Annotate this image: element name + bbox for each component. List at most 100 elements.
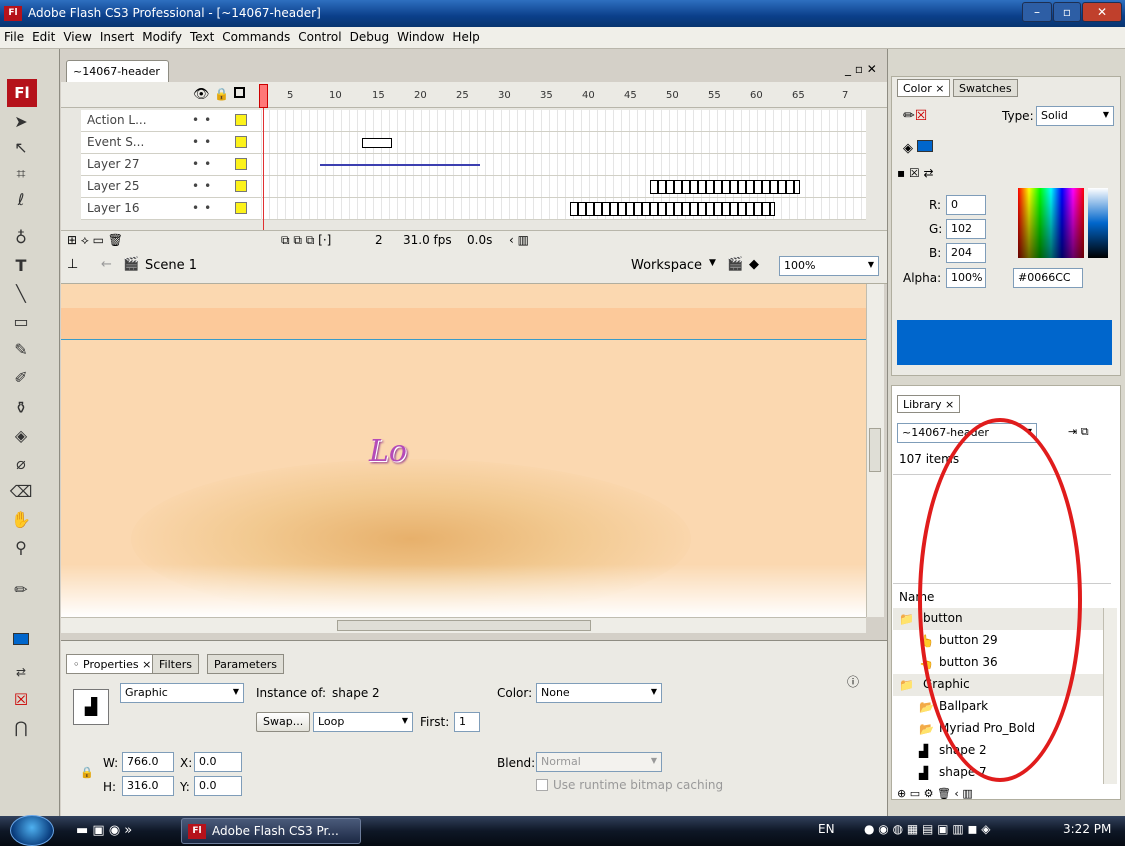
add-layer-icon[interactable]: ⊞ ⟡ ▭ 🗑 [67, 233, 123, 248]
logo-text[interactable]: Lo [369, 434, 407, 469]
pen-tool-icon[interactable]: ♁ [6, 225, 36, 251]
color-spectrum[interactable] [1018, 188, 1084, 258]
cache-checkbox[interactable] [536, 779, 548, 791]
timeline-scroll-left-icon[interactable]: ‹ ▥ [509, 233, 529, 247]
y-input[interactable]: 0.0 [194, 776, 242, 796]
library-scrollbar[interactable] [1103, 608, 1117, 784]
constrain-lock-icon[interactable]: 🔒 [80, 766, 94, 779]
language-indicator[interactable]: EN [818, 822, 835, 836]
green-input[interactable]: 102 [946, 219, 986, 239]
lasso-tool-icon[interactable]: ℓ [6, 187, 36, 213]
edit-scene-icon[interactable]: 🎬 [727, 257, 743, 272]
color-effect-select[interactable]: None [536, 683, 662, 703]
system-tray-icons[interactable]: ● ◉ ◍ ▦ ▤ ▣ ▥ ◼ ◈ [864, 822, 990, 836]
close-button[interactable]: ✕ [1082, 2, 1122, 22]
hand-tool-icon[interactable]: ✋ [6, 507, 36, 533]
zoom-tool-icon[interactable]: ⚲ [6, 535, 36, 561]
taskbar-flash-button[interactable]: Fl Adobe Flash CS3 Pr... [181, 818, 361, 844]
symbol-type-select[interactable]: Graphic [120, 683, 244, 703]
eye-icon[interactable]: 👁 [193, 87, 210, 102]
library-footer-icons[interactable]: ⊕ ▭ ⚙ 🗑 ‹ ▥ [897, 787, 973, 800]
subselection-tool-icon[interactable]: ↖ [6, 135, 36, 161]
stage-horizontal-scrollbar[interactable] [61, 617, 866, 633]
free-transform-tool-icon[interactable]: ⌗ [6, 161, 36, 187]
height-input[interactable]: 316.0 [122, 776, 174, 796]
layer-row-25[interactable]: Layer 25 •• [81, 176, 261, 198]
playhead[interactable] [259, 84, 268, 108]
snap-magnet-icon[interactable]: ⋂ [6, 715, 36, 741]
workspace-dropdown-icon[interactable]: ▼ [709, 258, 716, 268]
layer-frames[interactable] [262, 132, 866, 154]
swap-colors-icon[interactable]: ⇄ [6, 659, 36, 685]
menu-window[interactable]: Window [393, 27, 448, 44]
menu-control[interactable]: Control [294, 27, 345, 44]
tab-swatches[interactable]: Swatches [953, 79, 1018, 97]
outline-icon[interactable] [234, 87, 245, 98]
clock[interactable]: 3:22 PM [1063, 822, 1111, 836]
layer-row-action[interactable]: Action L... •• [81, 110, 261, 132]
onion-skin-icon[interactable]: ⧉ ⧉ ⧉ [·] [281, 233, 331, 248]
fill-color-icon[interactable] [6, 627, 36, 653]
back-arrow-icon[interactable]: ← [101, 257, 112, 272]
menu-edit[interactable]: Edit [28, 27, 59, 44]
brightness-slider[interactable] [1088, 188, 1108, 258]
layer-frames[interactable] [262, 110, 866, 132]
pencil-tool-icon[interactable]: ✎ [6, 337, 36, 363]
tab-parameters[interactable]: Parameters [207, 654, 284, 674]
maximize-button[interactable]: ▫ [1053, 2, 1081, 22]
line-tool-icon[interactable]: ╲ [6, 281, 36, 307]
workspace-menu[interactable]: Workspace [631, 258, 702, 273]
menu-view[interactable]: View [59, 27, 95, 44]
pin-library-icon[interactable]: ⇥ ⧉ [1068, 425, 1089, 439]
layer-row-event[interactable]: Event S... •• [81, 132, 261, 154]
selection-tool-icon[interactable]: ➤ [6, 109, 36, 135]
loop-select[interactable]: Loop [313, 712, 413, 732]
tab-library[interactable]: Library × [897, 395, 961, 413]
minimize-button[interactable]: – [1022, 2, 1052, 22]
brush-tool-icon[interactable]: ✐ [6, 365, 36, 391]
layer-frames[interactable] [262, 154, 866, 176]
eraser-tool-icon[interactable]: ⌫ [6, 479, 36, 505]
fill-type-select[interactable]: Solid [1036, 106, 1114, 126]
alpha-input[interactable]: 100% [946, 268, 986, 288]
rectangle-tool-icon[interactable]: ▭ [6, 309, 36, 335]
menu-modify[interactable]: Modify [138, 27, 186, 44]
hex-input[interactable]: #0066CC [1013, 268, 1083, 288]
no-color-icon[interactable]: ☒ [6, 687, 36, 713]
tab-color[interactable]: Color × [897, 79, 951, 97]
start-button[interactable] [10, 815, 54, 846]
layer-frames[interactable] [262, 198, 866, 220]
scroll-thumb[interactable] [869, 428, 881, 472]
layer-frames[interactable] [262, 176, 866, 198]
eyedropper-tool-icon[interactable]: ⌀ [6, 451, 36, 477]
color-mode-icons[interactable]: ▪ ☒ ⇄ [897, 166, 934, 180]
quick-launch-icons[interactable]: ▬ ▣ ◉ » [76, 823, 132, 838]
stroke-color-icon[interactable]: ✏ [6, 577, 36, 603]
menu-help[interactable]: Help [448, 27, 483, 44]
menu-insert[interactable]: Insert [96, 27, 138, 44]
menu-debug[interactable]: Debug [346, 27, 393, 44]
lock-icon[interactable]: 🔒 [214, 87, 229, 101]
blue-input[interactable]: 204 [946, 243, 986, 263]
scroll-thumb[interactable] [337, 620, 591, 631]
swap-button[interactable]: Swap... [256, 712, 311, 732]
stroke-color-icon[interactable]: ✏☒ [903, 108, 927, 124]
menu-commands[interactable]: Commands [218, 27, 294, 44]
scene-name[interactable]: Scene 1 [145, 258, 197, 273]
width-input[interactable]: 766.0 [122, 752, 174, 772]
tab-filters[interactable]: Filters [152, 654, 199, 674]
document-tab[interactable]: ~14067-header [66, 60, 169, 82]
zoom-select[interactable]: 100% [779, 256, 879, 276]
text-tool-icon[interactable]: T [6, 253, 36, 279]
menu-text[interactable]: Text [186, 27, 218, 44]
menu-file[interactable]: File [0, 27, 28, 44]
doc-window-controls-icon[interactable]: _ ▫ ✕ [845, 62, 877, 76]
stage-vertical-scrollbar[interactable] [866, 284, 884, 617]
blend-select[interactable]: Normal [536, 752, 662, 772]
paint-bucket-tool-icon[interactable]: ◈ [6, 423, 36, 449]
red-input[interactable]: 0 [946, 195, 986, 215]
first-frame-input[interactable]: 1 [454, 712, 480, 732]
edit-symbol-icon[interactable]: ◆ [749, 257, 759, 272]
fill-color-icon[interactable]: ◈ [903, 140, 933, 156]
stage[interactable]: Lo [61, 284, 866, 619]
